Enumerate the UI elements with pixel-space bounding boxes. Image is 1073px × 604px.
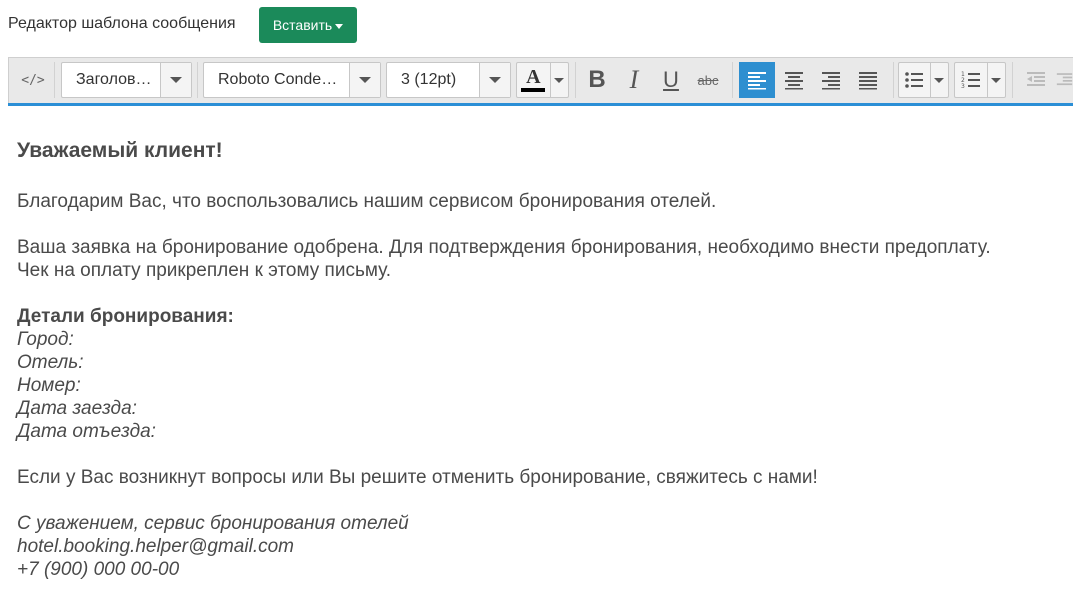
bold-icon: B — [588, 66, 606, 93]
align-left-button[interactable] — [739, 62, 775, 98]
paragraph: Если у Вас возникнут вопросы или Вы реши… — [17, 467, 818, 488]
strikethrough-button[interactable]: abc — [691, 62, 725, 98]
paragraph: Чек на оплату прикреплен к этому письму. — [17, 260, 392, 281]
detail-room: Номер: — [17, 375, 81, 396]
format-select[interactable]: Заголов… — [61, 62, 192, 98]
chevron-down-icon[interactable] — [986, 63, 1005, 97]
indent-button[interactable] — [1056, 62, 1073, 98]
align-right-button[interactable] — [813, 62, 849, 98]
format-select-value: Заголов… — [76, 71, 152, 88]
italic-icon: I — [629, 65, 639, 94]
svg-text:3: 3 — [961, 83, 965, 90]
chevron-down-icon — [335, 23, 344, 29]
editor-title: Редактор шаблона сообщения — [8, 15, 236, 32]
toolbar-separator — [732, 62, 733, 98]
underline-button[interactable]: U — [654, 62, 688, 98]
font-size-value: 3 (12pt) — [401, 71, 457, 88]
font-size-select[interactable]: 3 (12pt) — [386, 62, 511, 98]
bullet-list-button[interactable] — [898, 62, 949, 98]
font-family-value: Roboto Conde… — [218, 71, 338, 88]
insert-button[interactable]: Вставить — [259, 7, 357, 43]
chevron-down-icon — [160, 63, 191, 97]
bullet-list-icon — [905, 72, 924, 88]
italic-button[interactable]: I — [617, 62, 651, 98]
toolbar-separator — [575, 62, 576, 98]
signature-line: С уважением, сервис бронирования отелей — [17, 513, 409, 534]
align-left-icon — [748, 72, 766, 90]
chevron-down-icon[interactable] — [549, 63, 568, 97]
outdent-icon — [1027, 72, 1045, 86]
align-center-button[interactable] — [776, 62, 812, 98]
numbered-list-icon: 123 — [961, 71, 980, 90]
font-family-select[interactable]: Roboto Conde… — [203, 62, 381, 98]
paragraph: Ваша заявка на бронирование одобрена. Дл… — [17, 237, 991, 258]
underline-icon: U — [663, 67, 679, 92]
toolbar-separator — [1012, 62, 1013, 98]
align-justify-icon — [859, 72, 877, 90]
paragraph: Благодарим Вас, что воспользовались наши… — [17, 191, 717, 212]
editor-body[interactable]: Уважаемый клиент! Благодарим Вас, что во… — [17, 106, 1067, 581]
align-center-icon — [785, 72, 803, 90]
greeting-heading: Уважаемый клиент! — [17, 139, 223, 162]
align-justify-button[interactable] — [850, 62, 886, 98]
code-icon: </> — [21, 72, 45, 88]
toolbar-separator — [197, 62, 198, 98]
align-right-icon — [822, 72, 840, 90]
strikethrough-icon: abc — [697, 72, 719, 88]
detail-checkin: Дата заезда: — [17, 398, 137, 419]
text-color-icon: A — [526, 66, 541, 88]
detail-hotel: Отель: — [17, 352, 84, 373]
outdent-button[interactable] — [1018, 62, 1054, 98]
chevron-down-icon[interactable] — [929, 63, 948, 97]
toolbar-separator — [54, 62, 55, 98]
toolbar-separator — [893, 62, 894, 98]
chevron-down-icon — [479, 63, 510, 97]
signature-phone: +7 (900) 000 00-00 — [17, 559, 180, 580]
color-swatch — [521, 88, 546, 92]
detail-checkout: Дата отъезда: — [17, 421, 156, 442]
detail-city: Город: — [17, 329, 74, 350]
indent-icon — [1056, 73, 1073, 86]
source-code-button[interactable]: </> — [15, 62, 51, 98]
bold-button[interactable]: B — [580, 62, 614, 98]
numbered-list-button[interactable]: 123 — [954, 62, 1006, 98]
text-color-button[interactable]: A — [516, 62, 569, 98]
insert-button-label: Вставить — [272, 17, 333, 33]
chevron-down-icon — [349, 63, 380, 97]
details-title: Детали бронирования: — [17, 306, 234, 327]
signature-email: hotel.booking.helper@gmail.com — [17, 536, 294, 557]
